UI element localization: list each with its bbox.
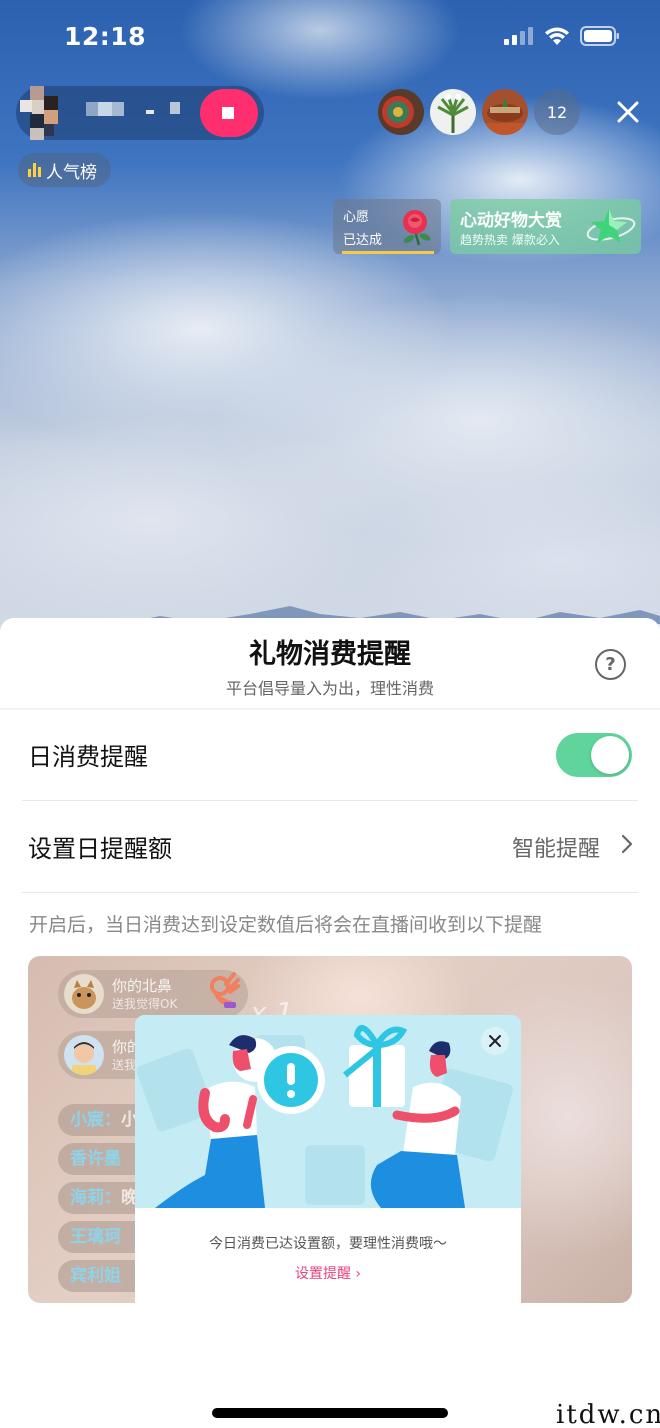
viewer-avatar[interactable] [430,89,476,135]
promo-title: 心动好物大赏 [460,211,562,231]
wish-line-1: 心愿 [343,210,370,225]
host-name-blurred [86,102,180,116]
rank-label: 人气榜 [46,162,97,183]
daily-reminder-row: 日消费提醒 [22,711,638,801]
follow-button[interactable] [200,89,258,137]
toggle-knob [591,736,629,774]
close-icon[interactable] [612,96,644,128]
popup-message: 今日消费已达设置额，要理性消费哦～ [209,1236,447,1252]
divider [0,708,660,710]
ok-hand-icon [210,972,240,1008]
sheet-subtitle: 平台倡导量入为出，理性消费 [225,679,434,698]
daily-reminder-label: 日消费提醒 [28,743,148,771]
viewer-count[interactable]: 12 [534,89,580,135]
viewer-list[interactable]: 12 [378,89,580,135]
star-icon [586,209,636,243]
gift-sender-avatar [64,1035,104,1075]
wifi-icon [545,27,569,45]
watermark: itdw.cn [556,1400,660,1428]
gift-description: 送我 [112,1058,137,1072]
daily-limit-label: 设置日提醒额 [28,835,172,863]
close-icon [489,1035,501,1047]
chat-user: 王璃珂 [70,1227,121,1247]
daily-limit-value: 智能提醒 [511,837,600,862]
battery-icon [580,26,619,46]
host-avatar[interactable] [20,86,72,140]
wish-progress-bar [342,251,434,254]
gift-spending-reminder-sheet: 礼物消费提醒 平台倡导量入为出，理性消费 ? 日消费提醒 设置日提醒额 智能提醒… [0,618,660,1428]
gift-sender-avatar [64,974,104,1014]
help-icon[interactable]: ? [595,649,626,680]
popularity-rank-button[interactable]: 人气榜 [18,153,111,187]
sheet-title: 礼物消费提醒 [249,639,411,670]
home-indicator[interactable] [212,1408,448,1418]
bar-chart-icon [28,163,41,177]
gift-sender-name: 你的北鼻 [112,977,173,995]
host-info-pill[interactable] [16,86,264,140]
follow-icon [222,107,234,119]
wish-line-2: 已达成 [343,233,383,248]
reminder-hint: 开启后，当日消费达到设定数值后将会在直播间收到以下提醒 [29,914,543,936]
gift-description: 送我觉得OK [112,997,178,1011]
viewer-avatar[interactable] [378,89,424,135]
chat-user: 小宸： [70,1110,121,1130]
chevron-right-icon [621,834,633,854]
popup-close-button[interactable] [481,1027,509,1055]
rose-icon [403,210,431,246]
daily-limit-row[interactable]: 设置日提醒额 智能提醒 [22,803,638,893]
status-bar: 12:18 [0,0,660,76]
chat-user: 香许墨 [70,1149,121,1169]
spending-reminder-popup: 今日消费已达设置额，要理性消费哦～ 设置提醒 › [135,1015,521,1303]
promo-card[interactable]: 心动好物大赏 趋势热卖 爆款必入 [450,199,641,254]
chat-user: 海莉： [70,1188,121,1208]
viewer-avatar[interactable] [482,89,528,135]
daily-reminder-toggle[interactable] [556,733,632,777]
status-time: 12:18 [64,22,147,51]
wish-card[interactable]: 心愿 已达成 [333,199,441,254]
signal-icon [504,27,533,45]
set-reminder-link[interactable]: 设置提醒 › [135,1263,521,1283]
reminder-illustration [135,1015,521,1208]
chat-user: 宾利姐 [70,1266,121,1286]
promo-subtitle: 趋势热卖 爆款必入 [460,233,560,247]
reminder-preview: 你的北鼻 送我觉得OK 你的 送我 x 1 小宸：小 香许墨 海莉：晚 王璃珂 … [28,956,632,1303]
